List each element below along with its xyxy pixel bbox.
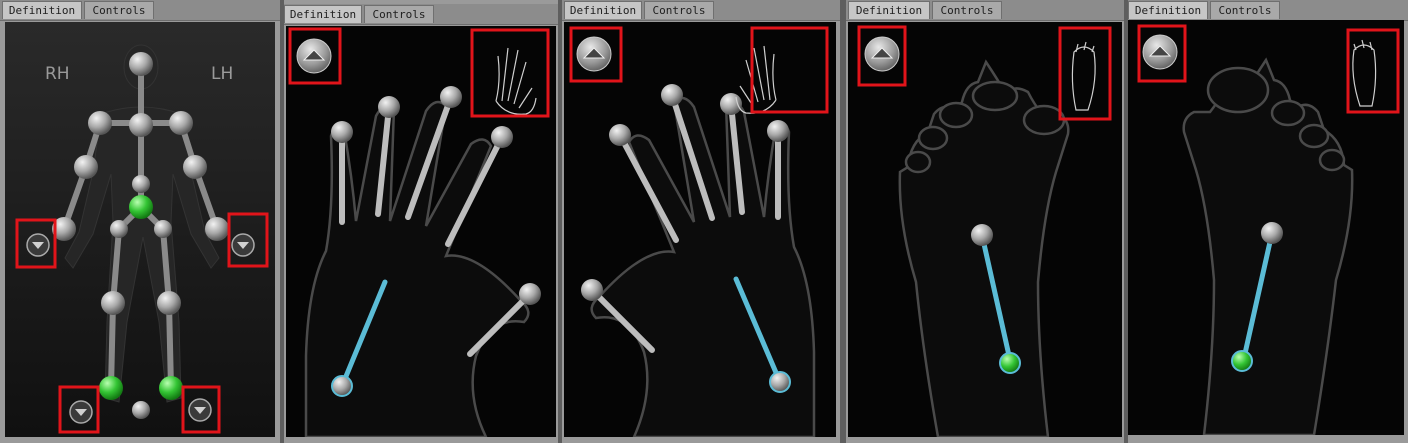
ring-joint[interactable] (378, 96, 400, 118)
body-controls-panel: Definition Controls RH LH (0, 0, 280, 443)
right-ankle-joint[interactable] (99, 376, 123, 400)
ankle-joint[interactable] (1231, 350, 1253, 372)
tab-controls[interactable]: Controls (84, 1, 154, 19)
left-hip-joint[interactable] (154, 220, 172, 238)
tab-definition[interactable]: Definition (1128, 1, 1208, 19)
tab-bar: Definition Controls (0, 0, 280, 21)
spine-joint[interactable] (132, 175, 150, 193)
foot-viewport (848, 22, 1122, 437)
expand-right-hand-button[interactable] (26, 233, 50, 257)
left-shoulder-joint[interactable] (169, 111, 193, 135)
tab-definition[interactable]: Definition (848, 1, 930, 19)
body-figure: RH LH (5, 22, 275, 437)
collapse-button[interactable] (296, 38, 332, 74)
expand-left-foot-button[interactable] (188, 398, 212, 422)
right-shoulder-joint[interactable] (88, 111, 112, 135)
foot-viewport (1128, 20, 1404, 435)
tab-definition[interactable]: Definition (564, 1, 642, 19)
body-viewport: RH LH (5, 22, 275, 437)
hand-thumbnail-icon (495, 47, 537, 115)
right-knee-joint[interactable] (101, 291, 125, 315)
reference-joint[interactable] (132, 401, 150, 419)
collapse-button[interactable] (864, 36, 900, 72)
expand-left-hand-button[interactable] (231, 233, 255, 257)
index-joint[interactable] (491, 126, 513, 148)
highlight-box (1058, 26, 1112, 121)
left-foot-panel: Definition Controls (1128, 0, 1408, 443)
highlight-box (750, 26, 829, 114)
collapse-button[interactable] (1142, 34, 1178, 70)
pinky-joint[interactable] (767, 120, 789, 142)
right-hand-label: RH (45, 64, 70, 84)
hand-viewport (564, 22, 836, 437)
left-ankle-joint[interactable] (159, 376, 183, 400)
collapse-button[interactable] (576, 36, 612, 72)
right-foot-panel: Definition Controls (846, 0, 1124, 443)
pinky-joint[interactable] (331, 121, 353, 143)
hand-thumbnail-icon (735, 45, 777, 114)
hips-joint[interactable] (129, 195, 153, 219)
left-hand-panel: Definition Controls (562, 0, 840, 443)
foot-thumbnail-icon (1071, 41, 1096, 111)
tab-controls[interactable]: Controls (932, 1, 1002, 19)
toe-joint[interactable] (971, 224, 993, 246)
middle-joint[interactable] (440, 86, 462, 108)
head-joint[interactable] (129, 52, 153, 76)
right-elbow-joint[interactable] (74, 155, 98, 179)
thumb-joint[interactable] (581, 279, 603, 301)
left-knee-joint[interactable] (157, 291, 181, 315)
tab-definition[interactable]: Definition (2, 1, 82, 19)
wrist-joint[interactable] (331, 375, 353, 397)
index-joint[interactable] (609, 124, 631, 146)
tab-bar: Definition Controls (846, 0, 1124, 21)
tab-definition[interactable]: Definition (284, 5, 362, 23)
left-hand-label: LH (211, 64, 233, 84)
middle-joint[interactable] (661, 84, 683, 106)
ankle-joint[interactable] (999, 352, 1021, 374)
left-wrist-joint[interactable] (205, 217, 229, 241)
tab-controls[interactable]: Controls (644, 1, 714, 19)
tab-controls[interactable]: Controls (1210, 1, 1280, 19)
foot-thumbnail-icon (1352, 39, 1377, 107)
neck-joint[interactable] (129, 113, 153, 137)
ring-joint[interactable] (720, 93, 742, 115)
tab-controls[interactable]: Controls (364, 5, 434, 23)
tab-bar: Definition Controls (284, 4, 558, 25)
wrist-joint[interactable] (769, 371, 791, 393)
tab-bar: Definition Controls (1128, 0, 1408, 21)
highlight-box (470, 28, 550, 118)
hand-viewport (286, 26, 556, 437)
thumb-joint[interactable] (519, 283, 541, 305)
right-hand-panel: Definition Controls (284, 0, 558, 443)
tab-bar: Definition Controls (562, 0, 840, 21)
right-hip-joint[interactable] (110, 220, 128, 238)
left-elbow-joint[interactable] (183, 155, 207, 179)
toe-joint[interactable] (1261, 222, 1283, 244)
expand-right-foot-button[interactable] (69, 400, 93, 424)
